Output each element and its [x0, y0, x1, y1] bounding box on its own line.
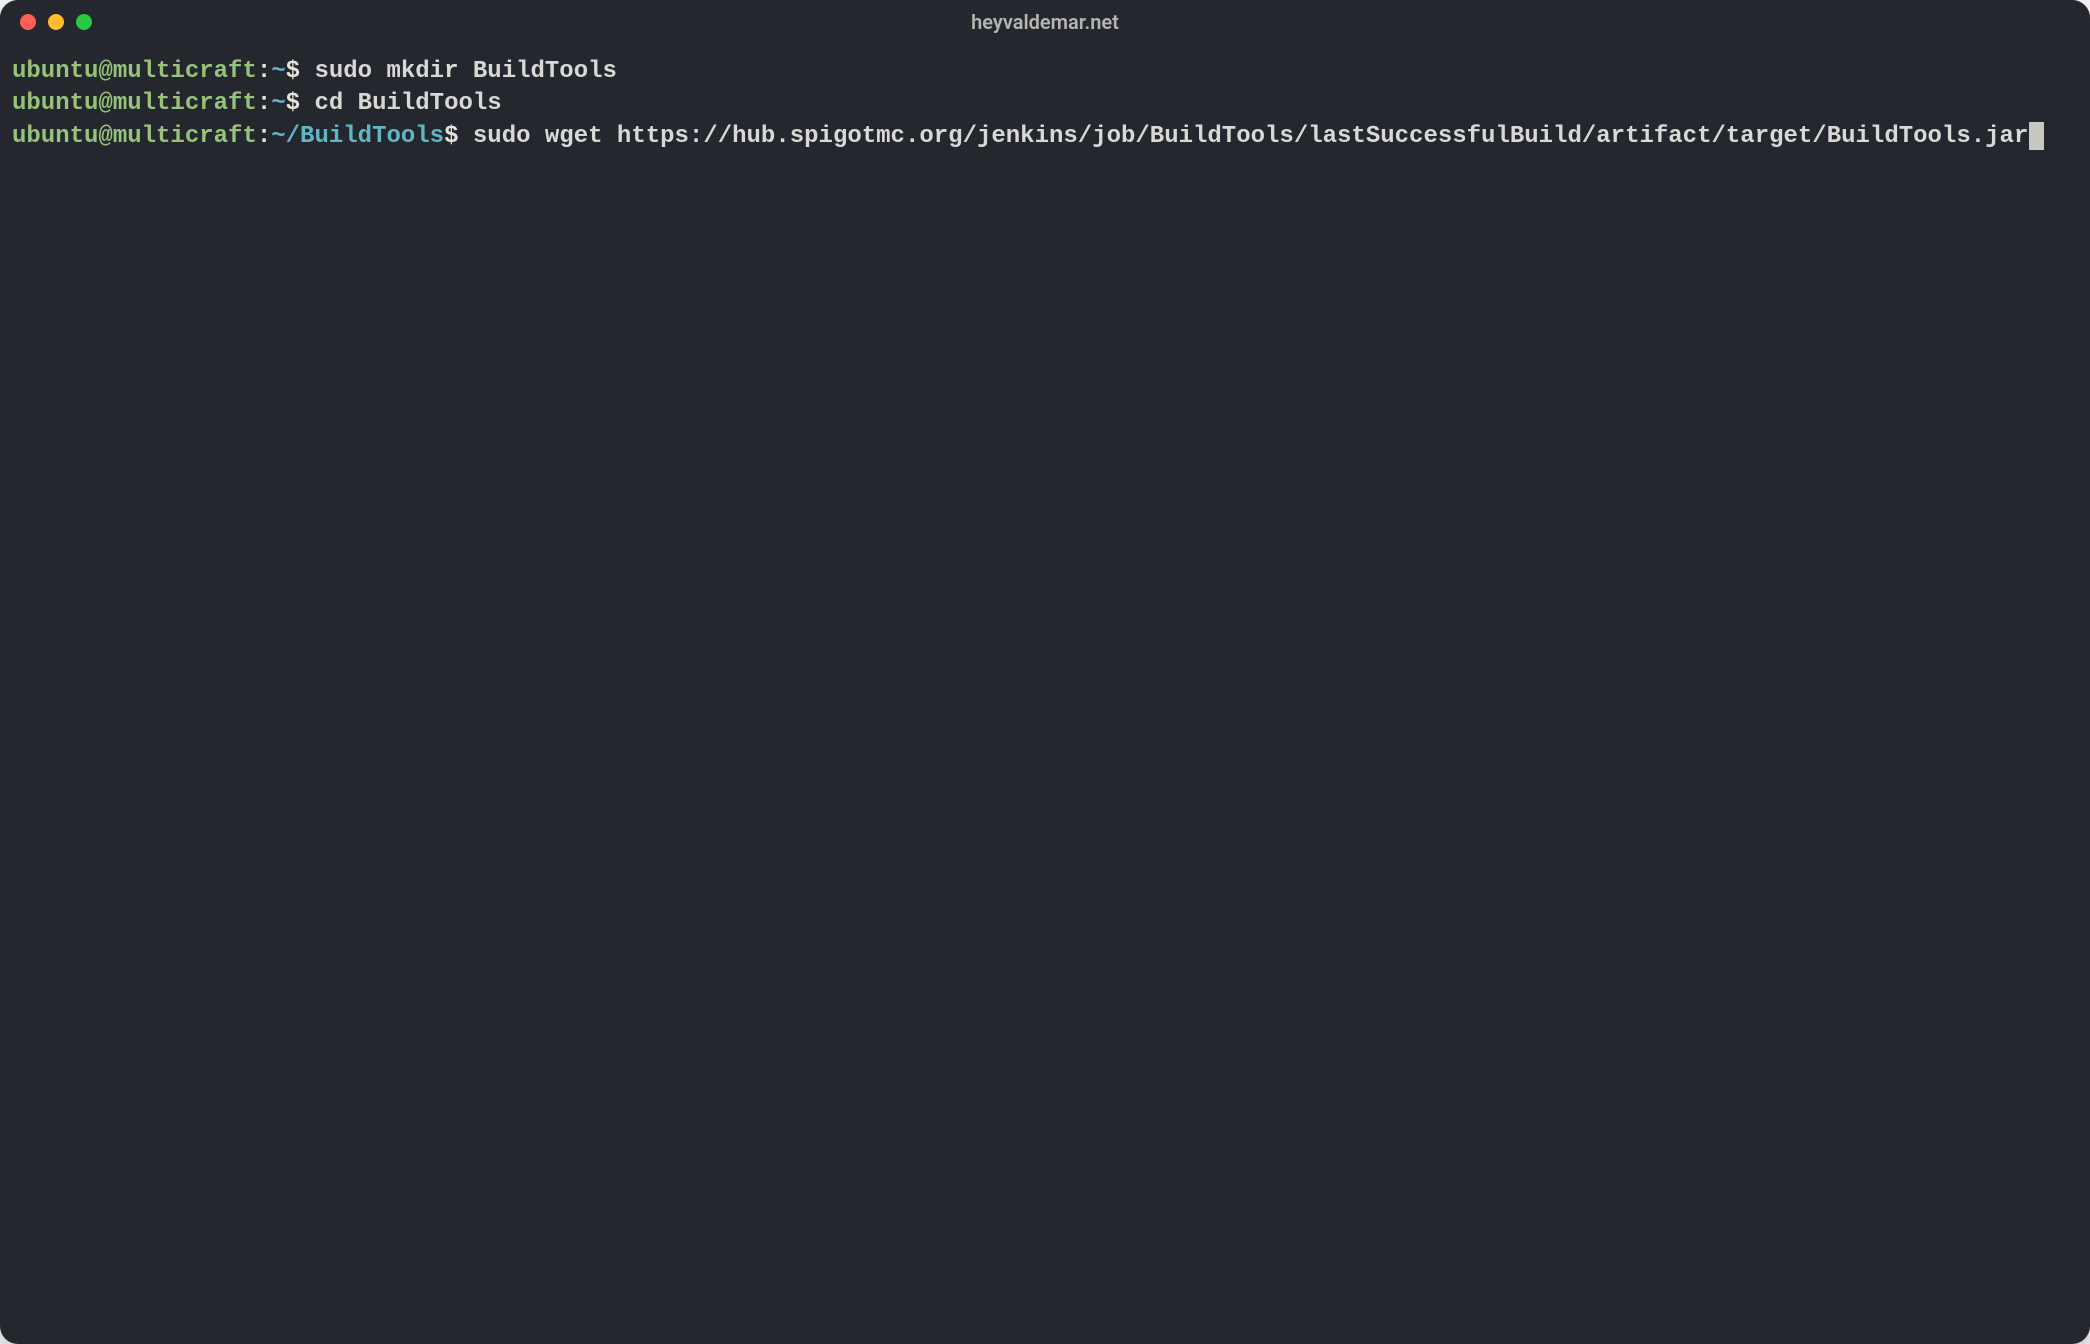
- titlebar[interactable]: heyvaldemar.net: [0, 0, 2090, 44]
- prompt-line: ubuntu@multicraft:~/BuildTools$ sudo wge…: [12, 123, 2044, 150]
- prompt-line: ubuntu@multicraft:~$ sudo mkdir BuildToo…: [12, 58, 617, 85]
- close-icon[interactable]: [20, 14, 36, 30]
- prompt-separator: :: [257, 90, 271, 117]
- minimize-icon[interactable]: [48, 14, 64, 30]
- prompt-dollar: $: [286, 90, 300, 117]
- fullscreen-icon[interactable]: [76, 14, 92, 30]
- terminal-window: heyvaldemar.net ubuntu@multicraft:~$ sud…: [0, 0, 2090, 1344]
- command-text: sudo wget https://hub.spigotmc.org/jenki…: [458, 123, 2028, 150]
- prompt-path: ~/BuildTools: [271, 123, 444, 150]
- command-text: cd BuildTools: [300, 90, 502, 117]
- prompt-user: ubuntu@multicraft: [12, 58, 257, 85]
- prompt-separator: :: [257, 58, 271, 85]
- prompt-user: ubuntu@multicraft: [12, 123, 257, 150]
- prompt-path: ~: [271, 58, 285, 85]
- prompt-dollar: $: [286, 58, 300, 85]
- prompt-separator: :: [257, 123, 271, 150]
- terminal-body[interactable]: ubuntu@multicraft:~$ sudo mkdir BuildToo…: [0, 44, 2090, 1344]
- prompt-dollar: $: [444, 123, 458, 150]
- cursor-icon: [2029, 122, 2044, 150]
- traffic-lights: [0, 14, 92, 30]
- window-title: heyvaldemar.net: [0, 10, 2090, 34]
- command-text: sudo mkdir BuildTools: [300, 58, 617, 85]
- prompt-line: ubuntu@multicraft:~$ cd BuildTools: [12, 90, 502, 117]
- prompt-path: ~: [271, 90, 285, 117]
- prompt-user: ubuntu@multicraft: [12, 90, 257, 117]
